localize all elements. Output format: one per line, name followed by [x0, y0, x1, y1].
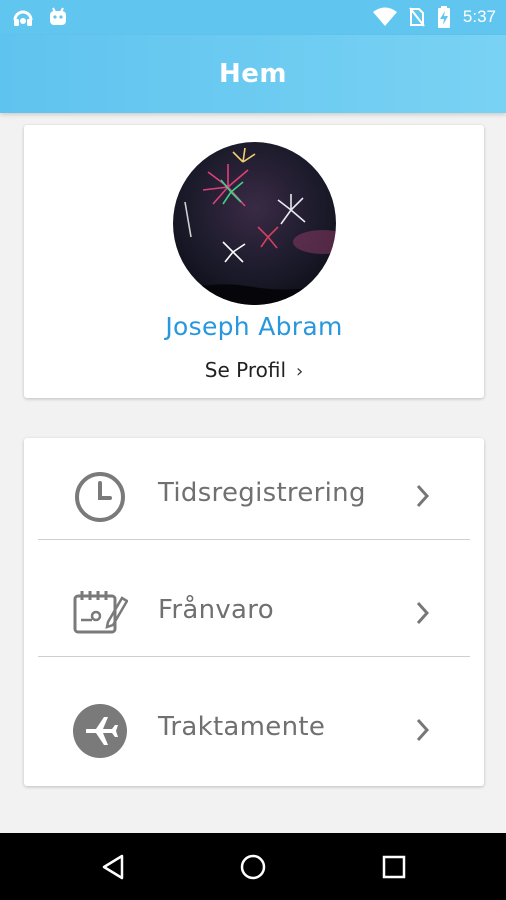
menu-item-franvaro[interactable]: Frånvaro	[24, 555, 484, 671]
battery-charging-icon	[437, 6, 450, 28]
chevron-right-icon	[416, 718, 430, 742]
menu-item-tidsregistrering[interactable]: Tidsregistrering	[24, 438, 484, 554]
back-icon[interactable]	[98, 851, 130, 883]
menu-item-label: Traktamente	[158, 712, 326, 742]
home-icon[interactable]	[237, 851, 269, 883]
view-profile-link[interactable]: Se Profil ›	[24, 358, 484, 382]
status-time: 5:37	[462, 7, 496, 26]
status-left-icons	[12, 7, 68, 29]
recents-icon[interactable]	[378, 851, 410, 883]
view-profile-label: Se Profil	[204, 358, 287, 382]
no-sim-icon	[409, 7, 425, 27]
app-bar: Hem	[0, 35, 506, 113]
status-right-icons: 5:37	[372, 6, 496, 28]
chevron-right-icon: ›	[296, 361, 304, 382]
clock-icon	[75, 472, 125, 522]
page-title: Hem	[219, 59, 287, 89]
divider	[38, 539, 470, 540]
avatar-fireworks-image	[173, 142, 336, 305]
chevron-right-icon	[416, 601, 430, 625]
chevron-right-icon	[416, 484, 430, 508]
profile-name: Joseph Abram	[165, 312, 343, 341]
calendar-edit-icon	[73, 591, 128, 634]
menu-item-traktamente[interactable]: Traktamente	[24, 672, 484, 788]
menu-item-label: Tidsregistrering	[158, 478, 366, 508]
menu-item-label: Frånvaro	[158, 595, 274, 625]
headset-icon	[13, 10, 33, 26]
menu-card: Tidsregistrering Frånvaro Traktamente	[24, 438, 484, 786]
avatar[interactable]	[173, 142, 336, 305]
android-icon	[50, 7, 66, 25]
profile-card: Joseph Abram Se Profil ›	[24, 125, 484, 398]
divider	[38, 656, 470, 657]
status-bar: 5:37	[0, 0, 506, 35]
system-nav-bar	[0, 833, 506, 900]
airplane-icon	[73, 704, 127, 758]
wifi-icon	[372, 7, 397, 26]
